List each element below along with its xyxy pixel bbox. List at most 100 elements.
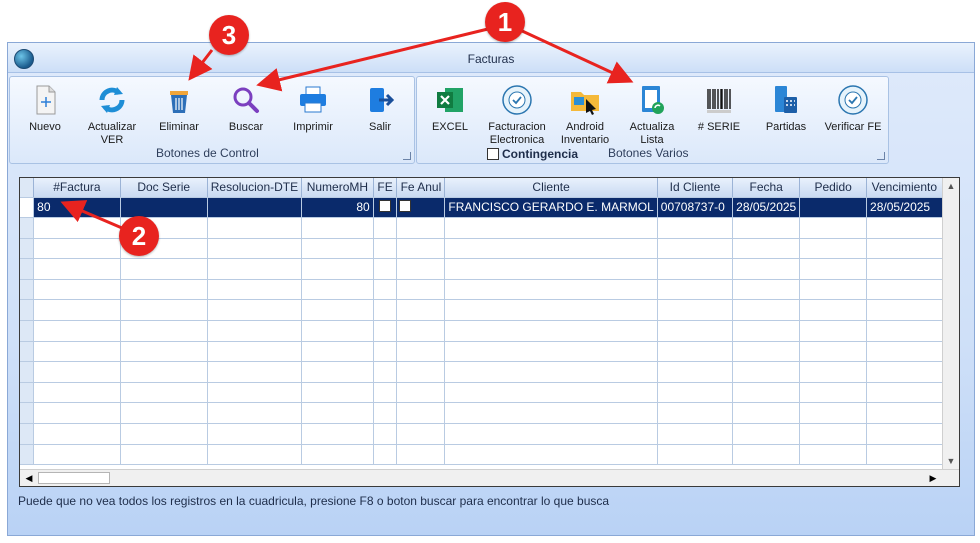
- empty-cell[interactable]: [33, 258, 121, 280]
- empty-cell[interactable]: [301, 423, 374, 445]
- nuevo-button[interactable]: Nuevo: [12, 81, 78, 134]
- empty-cell[interactable]: [444, 320, 658, 342]
- empty-cell[interactable]: [396, 320, 446, 342]
- empty-cell[interactable]: [866, 279, 943, 301]
- empty-cell[interactable]: [373, 299, 398, 322]
- empty-cell[interactable]: [657, 382, 734, 404]
- empty-table-row[interactable]: [20, 361, 959, 383]
- empty-cell[interactable]: [799, 258, 868, 280]
- empty-cell[interactable]: [373, 258, 398, 280]
- vertical-scrollbar[interactable]: ▲ ▼: [942, 178, 959, 469]
- empty-cell[interactable]: [396, 299, 446, 322]
- column-header[interactable]: Fe Anul: [396, 178, 446, 198]
- varios-group-launcher[interactable]: [877, 152, 885, 160]
- empty-cell[interactable]: [657, 444, 734, 466]
- empty-cell[interactable]: [301, 382, 374, 404]
- empty-cell[interactable]: [301, 444, 374, 466]
- empty-cell[interactable]: [799, 238, 868, 260]
- empty-cell[interactable]: [207, 382, 303, 404]
- empty-cell[interactable]: [799, 217, 868, 239]
- empty-table-row[interactable]: [20, 299, 959, 322]
- empty-cell[interactable]: [33, 444, 121, 466]
- empty-cell[interactable]: [207, 217, 303, 239]
- empty-cell[interactable]: [33, 341, 121, 363]
- actualiza-lista-button[interactable]: Actualiza Lista: [619, 81, 685, 147]
- empty-cell[interactable]: [120, 423, 208, 445]
- empty-cell[interactable]: [396, 382, 446, 404]
- eliminar-button[interactable]: Eliminar: [146, 81, 212, 134]
- empty-cell[interactable]: [866, 361, 943, 383]
- empty-cell[interactable]: [732, 258, 801, 280]
- column-header[interactable]: NumeroMH: [301, 178, 374, 198]
- empty-cell[interactable]: [373, 341, 398, 363]
- empty-cell[interactable]: [120, 402, 208, 425]
- empty-cell[interactable]: [799, 341, 868, 363]
- empty-cell[interactable]: [120, 341, 208, 363]
- empty-cell[interactable]: [657, 320, 734, 342]
- empty-cell[interactable]: [120, 279, 208, 301]
- empty-cell[interactable]: [33, 382, 121, 404]
- scroll-left-arrow-icon[interactable]: ◀: [21, 470, 37, 486]
- salir-button[interactable]: Salir: [347, 81, 413, 134]
- empty-table-row[interactable]: [20, 423, 959, 445]
- empty-cell[interactable]: [444, 217, 658, 239]
- empty-cell[interactable]: [373, 402, 398, 425]
- empty-cell[interactable]: [207, 299, 303, 322]
- serie-button[interactable]: # SERIE: [686, 81, 752, 134]
- empty-cell[interactable]: [33, 299, 121, 322]
- imprimir-button[interactable]: Imprimir: [280, 81, 346, 134]
- empty-cell[interactable]: [732, 402, 801, 425]
- scroll-right-arrow-icon[interactable]: ▶: [925, 470, 941, 486]
- empty-cell[interactable]: [657, 423, 734, 445]
- empty-cell[interactable]: [33, 217, 121, 239]
- empty-cell[interactable]: [120, 299, 208, 322]
- table-row[interactable]: ▶ 80 80 FRANCISCO GERARDO E. MARMOL 0070…: [20, 197, 959, 219]
- column-header[interactable]: Doc Serie: [120, 178, 208, 198]
- scroll-up-arrow-icon[interactable]: ▲: [943, 178, 959, 194]
- empty-cell[interactable]: [799, 279, 868, 301]
- empty-cell[interactable]: [207, 341, 303, 363]
- empty-cell[interactable]: [301, 279, 374, 301]
- empty-cell[interactable]: [396, 238, 446, 260]
- empty-cell[interactable]: [444, 238, 658, 260]
- empty-cell[interactable]: [301, 320, 374, 342]
- empty-cell[interactable]: [444, 382, 658, 404]
- empty-cell[interactable]: [373, 217, 398, 239]
- empty-cell[interactable]: [373, 444, 398, 466]
- facturas-grid[interactable]: #Factura Doc Serie Resolucion-DTE Numero…: [19, 177, 960, 487]
- cell-fecha[interactable]: 28/05/2025: [732, 197, 801, 219]
- empty-cell[interactable]: [301, 299, 374, 322]
- column-header[interactable]: Cliente: [444, 178, 658, 198]
- empty-cell[interactable]: [866, 341, 943, 363]
- empty-cell[interactable]: [657, 238, 734, 260]
- empty-cell[interactable]: [444, 341, 658, 363]
- empty-cell[interactable]: [732, 423, 801, 445]
- empty-cell[interactable]: [33, 361, 121, 383]
- empty-cell[interactable]: [657, 299, 734, 322]
- empty-cell[interactable]: [33, 279, 121, 301]
- empty-cell[interactable]: [444, 402, 658, 425]
- empty-table-row[interactable]: [20, 402, 959, 425]
- column-header[interactable]: Resolucion-DTE: [207, 178, 303, 198]
- partidas-button[interactable]: Partidas: [753, 81, 819, 134]
- empty-cell[interactable]: [301, 217, 374, 239]
- fe-anul-checkbox[interactable]: [399, 199, 412, 212]
- horizontal-scroll-thumb[interactable]: [38, 472, 110, 484]
- empty-cell[interactable]: [301, 402, 374, 425]
- control-group-launcher[interactable]: [403, 152, 411, 160]
- facturacion-electronica-button[interactable]: Facturacion Electronica: [484, 81, 550, 147]
- empty-cell[interactable]: [396, 279, 446, 301]
- buscar-button[interactable]: Buscar: [213, 81, 279, 134]
- empty-cell[interactable]: [373, 423, 398, 445]
- empty-table-row[interactable]: [20, 320, 959, 342]
- excel-button[interactable]: EXCEL: [417, 81, 483, 134]
- empty-cell[interactable]: [33, 238, 121, 260]
- fe-checkbox[interactable]: [379, 199, 392, 212]
- column-header[interactable]: Id Cliente: [657, 178, 734, 198]
- empty-cell[interactable]: [207, 444, 303, 466]
- empty-cell[interactable]: [444, 361, 658, 383]
- empty-cell[interactable]: [657, 279, 734, 301]
- empty-cell[interactable]: [396, 423, 446, 445]
- empty-cell[interactable]: [33, 402, 121, 425]
- empty-cell[interactable]: [657, 341, 734, 363]
